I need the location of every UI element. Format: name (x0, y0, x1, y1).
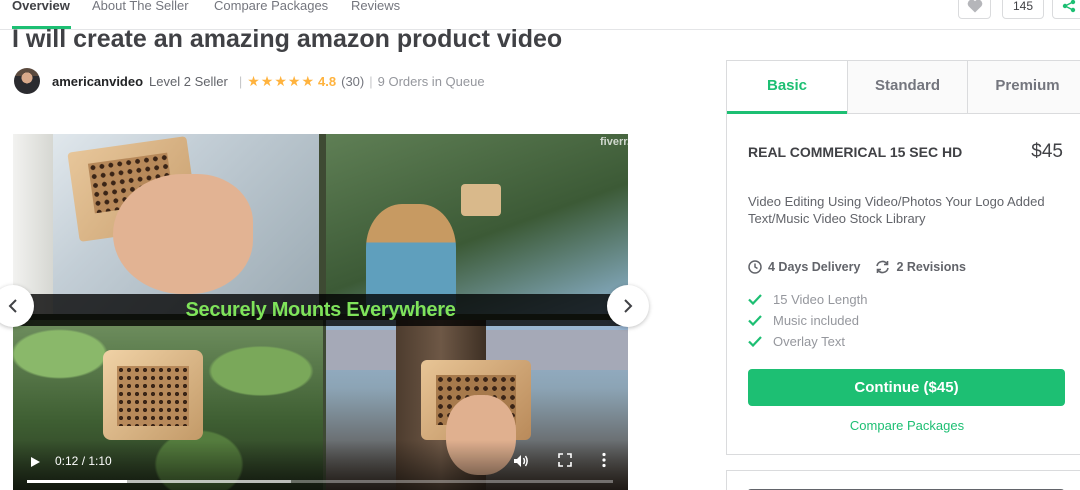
heart-icon (967, 0, 982, 12)
feature-label: 15 Video Length (773, 292, 868, 307)
revisions-info: 2 Revisions (875, 260, 966, 274)
checkmark-icon (748, 315, 762, 326)
share-button[interactable] (1052, 0, 1080, 19)
package-tabs: Basic Standard Premium (727, 61, 1080, 114)
star-icon: ★ (287, 73, 301, 89)
seller-overview: americanvideo Level 2 Seller | ★ ★ ★ ★ ★… (14, 68, 485, 94)
share-icon (1062, 0, 1075, 12)
tab-overview[interactable]: Overview (12, 0, 70, 16)
video-seek-bar[interactable] (27, 480, 613, 483)
package-description: Video Editing Using Video/Photos Your Lo… (748, 194, 1045, 226)
tab-reviews[interactable]: Reviews (351, 0, 400, 16)
tab-premium[interactable]: Premium (967, 61, 1080, 114)
star-icon: ★ (247, 73, 260, 89)
clock-icon (748, 260, 762, 274)
star-icon: ★ (274, 73, 287, 89)
play-icon[interactable] (29, 456, 41, 468)
video-controls: 0:12 / 1:10 (13, 440, 628, 490)
video-time: 0:12 / 1:10 (55, 454, 112, 468)
review-count[interactable]: (30) (341, 74, 364, 89)
feature-label: Music included (773, 313, 859, 328)
tab-compare-packages[interactable]: Compare Packages (214, 0, 328, 16)
gallery-next-button[interactable] (607, 285, 649, 327)
gig-video-player[interactable]: fiverr. Securely Mounts Everywhere 0:12 … (13, 134, 628, 490)
feature-item: 15 Video Length (748, 289, 867, 310)
tab-basic[interactable]: Basic (727, 61, 847, 114)
package-name: REAL COMMERICAL 15 SEC HD (748, 144, 963, 160)
fullscreen-icon[interactable] (558, 453, 572, 467)
delivery-info: 4 Days Delivery 2 Revisions (748, 260, 966, 274)
tab-about-the-seller[interactable]: About The Seller (92, 0, 189, 16)
chevron-left-icon (8, 299, 17, 313)
star-icon: ★ (260, 73, 274, 89)
feature-label: Overlay Text (773, 334, 846, 349)
compare-packages-link[interactable]: Compare Packages (727, 418, 1080, 433)
separator: | (238, 73, 243, 89)
video-frame-top-right (326, 134, 628, 314)
more-options-icon[interactable] (601, 452, 607, 468)
star-icon: ★ (301, 73, 315, 89)
contact-seller-card (726, 470, 1080, 490)
seller-avatar[interactable] (14, 68, 40, 94)
package-features: 15 Video Length Music included Overlay T… (748, 289, 867, 352)
package-card: Basic Standard Premium REAL COMMERICAL 1… (726, 60, 1080, 455)
package-price: $45 (1031, 141, 1063, 162)
video-caption: Securely Mounts Everywhere (185, 299, 456, 321)
rating-score: 4.8 (318, 73, 337, 89)
refresh-icon (876, 260, 890, 274)
delivery-time: 4 Days Delivery (768, 260, 861, 274)
separator: | (369, 73, 373, 89)
like-count: 145 (1002, 0, 1044, 19)
volume-icon[interactable] (513, 453, 529, 469)
rating-stars: ★ ★ ★ ★ ★ (247, 74, 314, 88)
video-frame-top-left (13, 134, 319, 314)
video-watermark: fiverr. (600, 136, 628, 148)
save-to-list-button[interactable] (958, 0, 991, 19)
gig-title: I will create an amazing amazon product … (12, 25, 563, 53)
feature-item: Music included (748, 310, 867, 331)
seek-progress (27, 480, 127, 483)
seller-username[interactable]: americanvideo (52, 74, 143, 89)
revisions-count: 2 Revisions (896, 260, 966, 274)
checkmark-icon (748, 336, 762, 347)
seller-level: Level 2 Seller (149, 73, 228, 89)
chevron-right-icon (624, 299, 633, 313)
orders-in-queue: 9 Orders in Queue (377, 73, 485, 89)
feature-item: Overlay Text (748, 331, 867, 352)
tab-standard[interactable]: Standard (847, 61, 967, 114)
continue-button[interactable]: Continue ($45) (748, 369, 1065, 406)
checkmark-icon (748, 294, 762, 305)
